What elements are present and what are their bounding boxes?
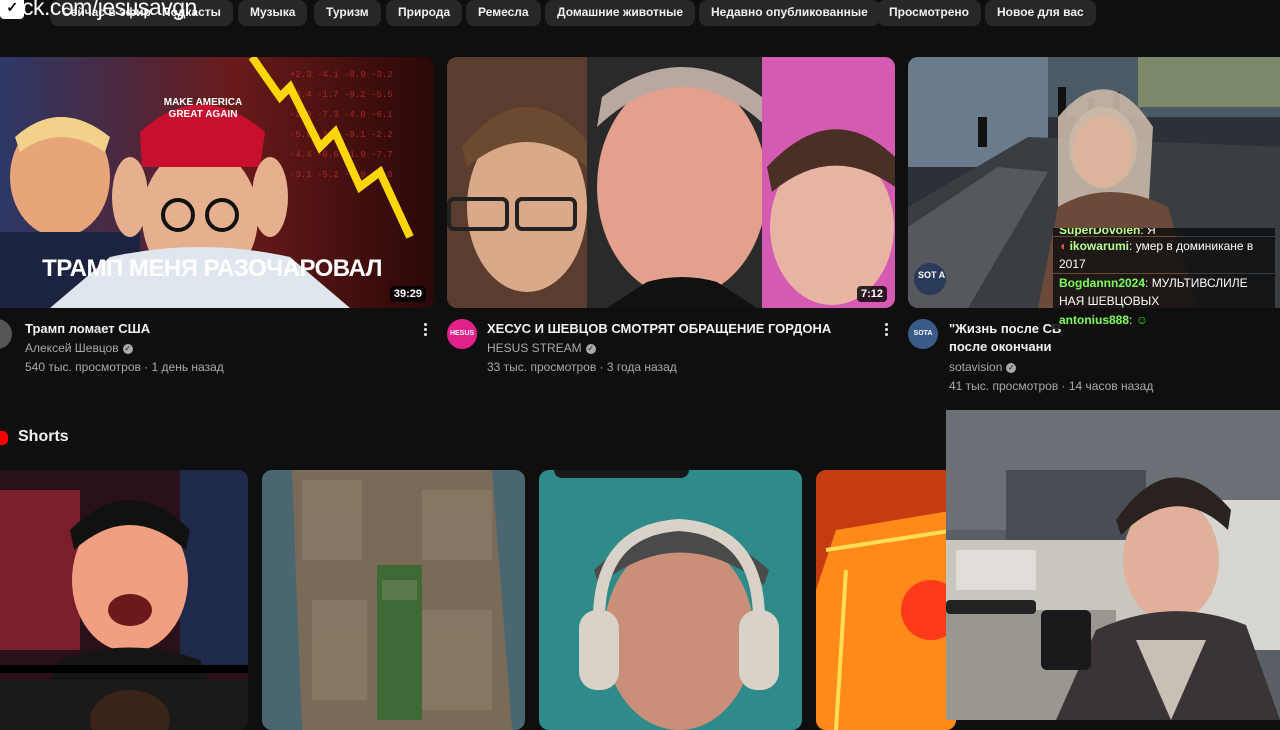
- verified-icon: ✓: [1006, 362, 1017, 373]
- chip-crafts[interactable]: Ремесла: [466, 0, 541, 26]
- channel-avatar[interactable]: SOTA: [908, 319, 938, 349]
- stream-chat-overlay: SuperDovolen: Я ◖ ikowarumi: умер в доми…: [1053, 228, 1275, 356]
- short-thumbnail-1[interactable]: [0, 470, 248, 730]
- chip-nature[interactable]: Природа: [386, 0, 463, 26]
- webcam-image: [946, 410, 1280, 720]
- verified-icon: ✓: [122, 343, 133, 354]
- channel-name-text[interactable]: HESUS STREAM: [487, 341, 582, 355]
- chat-badge-icon: ◖: [1059, 239, 1067, 253]
- verified-icon: ✓: [585, 343, 596, 354]
- video-meta: 540 тыс. просмотров · 1 день назад: [25, 360, 224, 374]
- svg-text:-6.4 -1.7 -9.2 -5.5: -6.4 -1.7 -9.2 -5.5: [290, 90, 393, 100]
- video-title[interactable]: Трамп ломает США: [25, 321, 150, 336]
- channel-name[interactable]: HESUS STREAM ✓: [487, 341, 596, 355]
- thumbnail-caption: ТРАМП МЕНЯ РАЗОЧАРОВАЛ: [42, 255, 382, 282]
- svg-text:+2.3 -4.1 -8.9 -3.2: +2.3 -4.1 -8.9 -3.2: [290, 70, 393, 80]
- chat-message: SuperDovolen: Я: [1053, 228, 1275, 236]
- overlay-badge-icon: ✓: [0, 0, 24, 19]
- chat-message: Bogdannn2024: МУЛЬТИВСЛИЛЕ НАЯ ШЕВЦОВЫХ: [1053, 274, 1275, 310]
- video-duration: 39:29: [389, 286, 426, 302]
- short-thumbnail-2[interactable]: [262, 470, 525, 730]
- video-title-line1[interactable]: "Жизнь после СВ: [949, 321, 1061, 336]
- chip-music[interactable]: Музыка: [238, 0, 308, 26]
- channel-name[interactable]: sotavision ✓: [949, 360, 1017, 374]
- chip-recently-uploaded[interactable]: Недавно опубликованные: [699, 0, 880, 26]
- stream-overlay-url: ✓ ck.com/jesusavgn: [0, 0, 197, 21]
- overlay-url-text: ck.com/jesusavgn: [22, 0, 197, 20]
- chat-username: ikowarumi: [1069, 239, 1129, 253]
- video-meta: 33 тыс. просмотров · 3 года назад: [487, 360, 677, 374]
- shorts-section-title: Shorts: [18, 428, 69, 445]
- chat-username: Bogdannn2024: [1059, 276, 1146, 290]
- video-title-line2[interactable]: после окончани: [949, 339, 1051, 354]
- shorts-icon: [0, 431, 8, 445]
- channel-name-text[interactable]: sotavision: [949, 360, 1002, 374]
- more-options-icon[interactable]: [885, 323, 889, 337]
- thumbnail-image-hesus: [447, 57, 895, 308]
- chip-tourism[interactable]: Туризм: [314, 0, 381, 26]
- hat-slogan: MAKE AMERICA GREAT AGAIN: [163, 97, 243, 120]
- short-thumbnail-3[interactable]: [539, 470, 802, 730]
- chat-message: ◖ ikowarumi: умер в доминикане в 2017: [1053, 237, 1275, 273]
- video-thumbnail-2[interactable]: 7:12: [447, 57, 895, 308]
- chip-pets[interactable]: Домашние животные: [545, 0, 696, 26]
- video-duration: 7:12: [856, 286, 887, 302]
- short-image-streamer: [0, 470, 248, 730]
- chat-username: antonius888: [1059, 313, 1130, 327]
- chip-new-to-you[interactable]: Новое для вас: [985, 0, 1096, 26]
- chat-text: Я: [1147, 228, 1156, 236]
- video-thumbnail-1[interactable]: +2.3 -4.1 -8.9 -3.2 -6.4 -1.7 -9.2 -5.5 -…: [0, 57, 434, 308]
- channel-name-text[interactable]: Алексей Шевцов: [25, 341, 119, 355]
- chip-watched[interactable]: Просмотрено: [877, 0, 982, 26]
- short-image-fire: [816, 470, 956, 730]
- thumbnail-logo: SOT A: [918, 270, 946, 280]
- short-image-headphones: [539, 470, 802, 730]
- channel-avatar[interactable]: [0, 319, 12, 349]
- chat-message: antonius888: ☺: [1053, 311, 1275, 329]
- channel-name[interactable]: Алексей Шевцов ✓: [25, 341, 133, 355]
- short-thumbnail-4[interactable]: [816, 470, 956, 730]
- video-meta: 41 тыс. просмотров · 14 часов назад: [949, 379, 1154, 393]
- more-options-icon[interactable]: [424, 323, 428, 337]
- chat-emote-icon: ☺: [1135, 313, 1148, 327]
- channel-avatar[interactable]: HESUS: [447, 319, 477, 349]
- streamer-webcam: [946, 410, 1280, 720]
- video-title[interactable]: ХЕСУС И ШЕВЦОВ СМОТРЯТ ОБРАЩЕНИЕ ГОРДОНА: [487, 321, 831, 336]
- short-image-city-aerial: [262, 470, 525, 730]
- chat-username: SuperDovolen: [1059, 228, 1141, 236]
